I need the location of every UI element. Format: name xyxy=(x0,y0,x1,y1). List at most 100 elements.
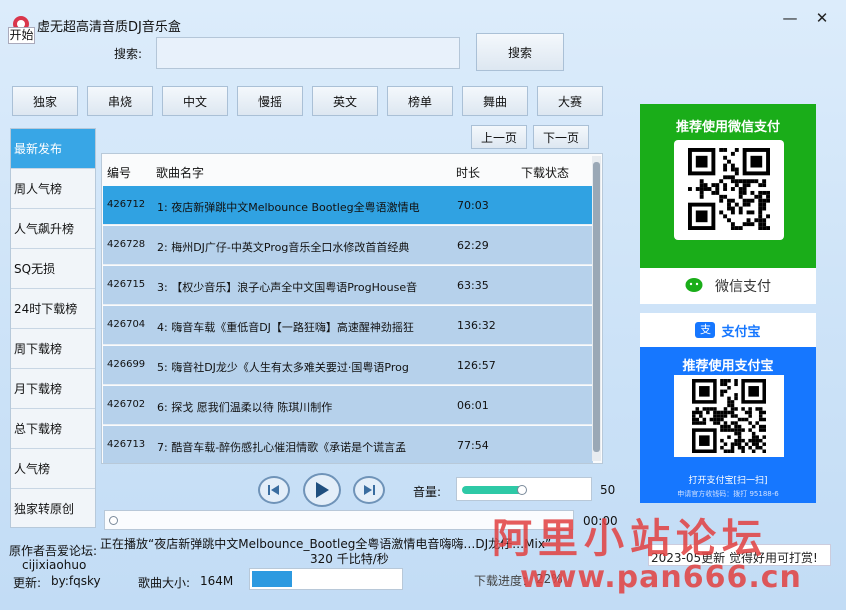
song-id: 426715 xyxy=(107,279,146,290)
song-id: 426728 xyxy=(107,239,146,250)
previous-track-button[interactable] xyxy=(258,476,290,504)
update-by: by:fqsky xyxy=(51,574,101,588)
sidebar-item-sq-lossless[interactable]: SQ无损 xyxy=(11,249,95,289)
volume-label: 音量: xyxy=(413,485,442,499)
category-chinese[interactable]: 中文 xyxy=(162,86,228,116)
song-size-bar xyxy=(249,568,403,590)
skip-next-icon xyxy=(364,485,375,495)
song-id: 426712 xyxy=(107,199,146,210)
download-progress-label: 下载进度： xyxy=(474,574,535,588)
volume-slider-thumb[interactable] xyxy=(517,485,527,495)
category-charts[interactable]: 榜单 xyxy=(387,86,453,116)
notice-text: 2023-05更新 觉得好用可打赏! xyxy=(651,551,818,565)
song-size-label: 歌曲大小: xyxy=(138,576,191,590)
column-header-title: 歌曲名字 xyxy=(156,166,205,180)
sidebar-item-weekly-downloads[interactable]: 周下载榜 xyxy=(11,329,95,369)
category-exclusive[interactable]: 独家 xyxy=(12,86,78,116)
play-icon xyxy=(316,482,329,498)
playback-time: 00:00 xyxy=(583,514,618,528)
skip-previous-icon xyxy=(268,485,279,495)
start-button[interactable]: 开始 xyxy=(8,27,35,44)
wechat-pay-panel: 推荐使用微信支付 微信支付 xyxy=(640,104,816,304)
prev-page-button[interactable]: 上一页 xyxy=(471,125,527,149)
song-title: 2: 梅州DJ广仔-中英文Prog音乐全口水修改首首经典 xyxy=(157,241,410,254)
song-duration: 126:57 xyxy=(457,359,496,372)
alipay-note: 申请官方收钱码：拨打 95188-6 xyxy=(677,490,779,498)
alipay-header: 支 支付宝 xyxy=(640,313,816,347)
song-list: 编号 歌曲名字 时长 下载状态 426712 1: 夜店新弹跳中文Melboun… xyxy=(101,153,603,464)
update-label: 更新: xyxy=(13,576,42,590)
song-duration: 62:29 xyxy=(457,239,489,252)
category-contest[interactable]: 大赛 xyxy=(537,86,603,116)
category-medley[interactable]: 串烧 xyxy=(87,86,153,116)
song-title: 1: 夜店新弹跳中文Melbounce Bootleg全粤语激情电 xyxy=(157,201,420,214)
song-size-bar-fill xyxy=(252,571,292,587)
column-header-id: 编号 xyxy=(107,166,132,180)
download-progress-value: 22% xyxy=(536,572,563,586)
song-title: 3: 【权少音乐】浪子心声全中文国粤语ProgHouse音 xyxy=(157,281,418,294)
song-id: 426713 xyxy=(107,439,146,450)
sidebar-item-rising[interactable]: 人气飙升榜 xyxy=(11,209,95,249)
alipay-icon: 支 xyxy=(695,322,716,338)
playback-progress-thumb[interactable] xyxy=(109,516,118,525)
volume-slider-fill xyxy=(462,486,522,494)
sidebar-item-monthly-downloads[interactable]: 月下载榜 xyxy=(11,369,95,409)
author-name: cijixiaohuo xyxy=(22,558,87,572)
alipay-qr-code xyxy=(674,375,784,457)
song-title: 6: 探戈 愿我们温柔以待 陈琪川制作 xyxy=(157,401,333,414)
song-title: 4: 嗨音车载《重低音DJ【一路狂嗨】高速醒神劲摇狂 xyxy=(157,321,414,334)
category-dance[interactable]: 舞曲 xyxy=(462,86,528,116)
author-label: 原作者吾爱论坛: xyxy=(9,544,98,558)
song-list-header: 编号 歌曲名字 时长 下载状态 xyxy=(102,154,592,187)
search-input[interactable] xyxy=(156,37,460,69)
sidebar-item-exclusive-original[interactable]: 独家转原创 xyxy=(11,489,95,529)
song-id: 426702 xyxy=(107,399,146,410)
alipay-title: 推荐使用支付宝 xyxy=(682,359,774,374)
song-duration: 70:03 xyxy=(457,199,489,212)
play-button[interactable] xyxy=(303,473,341,507)
song-size-value: 164M xyxy=(200,574,234,588)
alipay-scan-text: 打开支付宝[扫一扫] xyxy=(688,476,768,486)
window-title: 虚无超高清音质DJ音乐盒 xyxy=(37,20,181,35)
song-id: 426699 xyxy=(107,359,146,370)
table-row[interactable]: 426712 1: 夜店新弹跳中文Melbounce Bootleg全粤语激情电… xyxy=(103,186,593,225)
bitrate-text: 320 千比特/秒 xyxy=(310,552,389,566)
table-row[interactable]: 426699 5: 嗨音社DJ龙少《人生有太多难关要过·国粤语Prog 126:… xyxy=(103,346,593,385)
table-row[interactable]: 426702 6: 探戈 愿我们温柔以待 陈琪川制作 06:01 xyxy=(103,386,593,425)
wechat-qr-code xyxy=(674,140,784,240)
volume-slider[interactable] xyxy=(456,477,592,501)
wechat-pay-title: 推荐使用微信支付 xyxy=(675,120,780,135)
volume-value: 50 xyxy=(600,483,616,497)
search-label: 搜索: xyxy=(114,47,143,61)
wechat-pay-name: 微信支付 xyxy=(715,279,771,295)
sidebar: 最新发布 周人气榜 人气飙升榜 SQ无损 24时下载榜 周下载榜 月下载榜 总下… xyxy=(10,128,96,528)
song-duration: 136:32 xyxy=(457,319,496,332)
playback-progress-bar[interactable] xyxy=(104,510,574,530)
next-page-button[interactable]: 下一页 xyxy=(533,125,589,149)
sidebar-item-latest[interactable]: 最新发布 xyxy=(11,129,95,169)
sidebar-item-popular[interactable]: 人气榜 xyxy=(11,449,95,489)
column-header-download-status: 下载状态 xyxy=(521,166,570,180)
wechat-icon xyxy=(685,278,703,292)
sidebar-item-weekly-popular[interactable]: 周人气榜 xyxy=(11,169,95,209)
table-row[interactable]: 426715 3: 【权少音乐】浪子心声全中文国粤语ProgHouse音 63:… xyxy=(103,266,593,305)
table-row[interactable]: 426704 4: 嗨音车载《重低音DJ【一路狂嗨】高速醒神劲摇狂 136:32 xyxy=(103,306,593,345)
song-id: 426704 xyxy=(107,319,146,330)
close-button[interactable]: ✕ xyxy=(802,4,842,32)
search-button[interactable]: 搜索 xyxy=(476,33,564,71)
category-english[interactable]: 英文 xyxy=(312,86,378,116)
song-duration: 06:01 xyxy=(457,399,489,412)
category-slow[interactable]: 慢摇 xyxy=(237,86,303,116)
sidebar-item-total-downloads[interactable]: 总下载榜 xyxy=(11,409,95,449)
song-duration: 63:35 xyxy=(457,279,489,292)
song-duration: 77:54 xyxy=(457,439,489,452)
alipay-panel: 支 支付宝 推荐使用支付宝 打开支付宝[扫一扫] 申请官方收钱码：拨打 9518… xyxy=(640,313,816,503)
sidebar-item-24h-downloads[interactable]: 24时下载榜 xyxy=(11,289,95,329)
table-row[interactable]: 426713 7: 酷音车载-醉伤感扎心催泪情歌《承诺是个谎言孟 77:54 xyxy=(103,426,593,463)
alipay-name: 支付宝 xyxy=(721,324,761,340)
next-track-button[interactable] xyxy=(353,476,385,504)
list-scrollbar-thumb[interactable] xyxy=(593,162,600,452)
song-title: 7: 酷音车载-醉伤感扎心催泪情歌《承诺是个谎言孟 xyxy=(157,441,407,454)
table-row[interactable]: 426728 2: 梅州DJ广仔-中英文Prog音乐全口水修改首首经典 62:2… xyxy=(103,226,593,265)
song-title: 5: 嗨音社DJ龙少《人生有太多难关要过·国粤语Prog xyxy=(157,361,409,374)
